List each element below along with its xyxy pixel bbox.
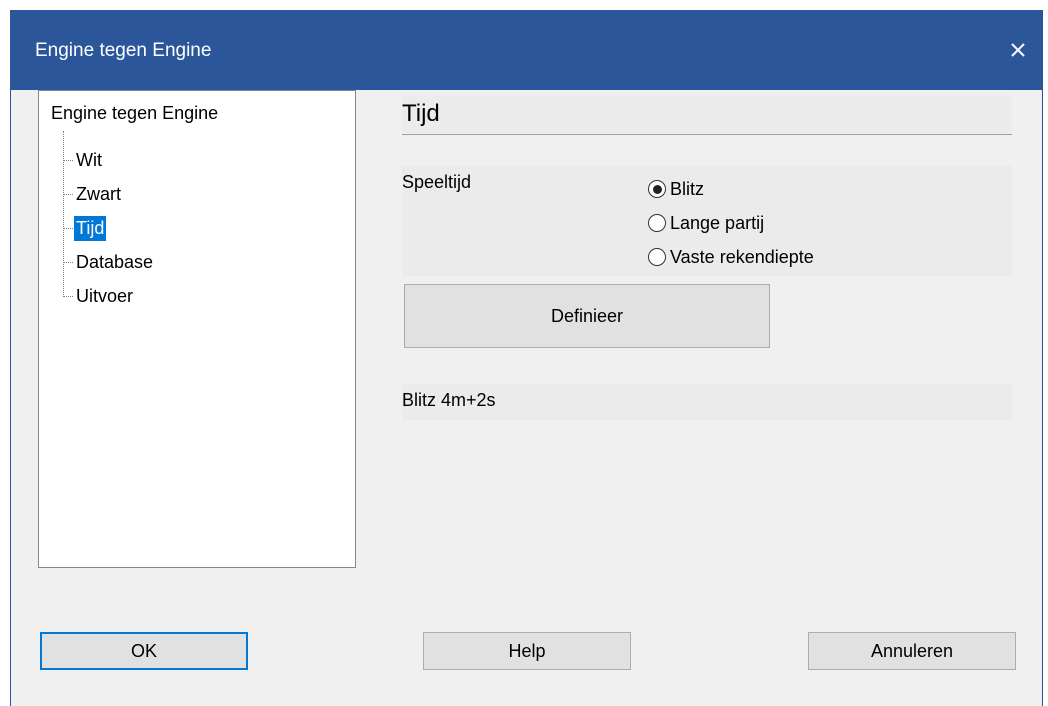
- tree-branch: [63, 261, 73, 263]
- close-button[interactable]: [994, 30, 1042, 70]
- speeltijd-radio-group: Blitz Lange partij Vaste rekendiepte: [648, 172, 814, 274]
- radio-checked-icon: [648, 180, 666, 198]
- cancel-button[interactable]: Annuleren: [808, 632, 1016, 670]
- settings-tree[interactable]: Engine tegen Engine Wit Zwart Tijd Datab…: [38, 90, 356, 568]
- radio-label: Blitz: [670, 178, 705, 199]
- radio-lange-partij[interactable]: Lange partij: [648, 206, 814, 240]
- tree-item-label: Uitvoer: [76, 285, 134, 306]
- speeltijd-label: Speeltijd: [402, 172, 472, 192]
- time-summary: Blitz 4m+2s: [402, 390, 496, 410]
- tree-item-wit[interactable]: Wit: [63, 147, 104, 173]
- tree-item-database[interactable]: Database: [63, 249, 155, 275]
- radio-vaste-rekendiepte[interactable]: Vaste rekendiepte: [648, 240, 814, 274]
- tree-item-tijd[interactable]: Tijd: [63, 215, 107, 241]
- time-summary-row: Blitz 4m+2s: [402, 384, 1012, 420]
- tree-branch: [63, 295, 73, 297]
- section-divider: [402, 134, 1012, 135]
- window-title: Engine tegen Engine: [35, 40, 212, 61]
- tree-item-label: Wit: [76, 149, 102, 170]
- radio-label: Vaste rekendiepte: [670, 246, 814, 267]
- tree-root[interactable]: Engine tegen Engine: [51, 99, 218, 127]
- tree-item-zwart[interactable]: Zwart: [63, 181, 123, 207]
- ok-button[interactable]: OK: [40, 632, 248, 670]
- tree-branch: [63, 159, 73, 161]
- tree-branch: [63, 193, 73, 195]
- radio-label: Lange partij: [670, 212, 765, 233]
- radio-unchecked-icon: [648, 248, 666, 266]
- define-button[interactable]: Definieer: [404, 284, 770, 348]
- close-icon: [1011, 43, 1025, 57]
- tree-item-label: Database: [76, 251, 154, 272]
- radio-unchecked-icon: [648, 214, 666, 232]
- tree-item-label-selected: Tijd: [74, 215, 107, 241]
- section-title: Tijd: [402, 95, 1012, 133]
- speeltijd-row: Speeltijd Blitz Lange partij Vaste reken…: [402, 166, 1012, 276]
- tree-item-label: Zwart: [76, 183, 121, 204]
- help-button[interactable]: Help: [423, 632, 631, 670]
- title-bar[interactable]: Engine tegen Engine: [11, 10, 1042, 90]
- tree-branch: [63, 227, 73, 229]
- radio-blitz[interactable]: Blitz: [648, 172, 814, 206]
- tree-item-uitvoer[interactable]: Uitvoer: [63, 283, 135, 309]
